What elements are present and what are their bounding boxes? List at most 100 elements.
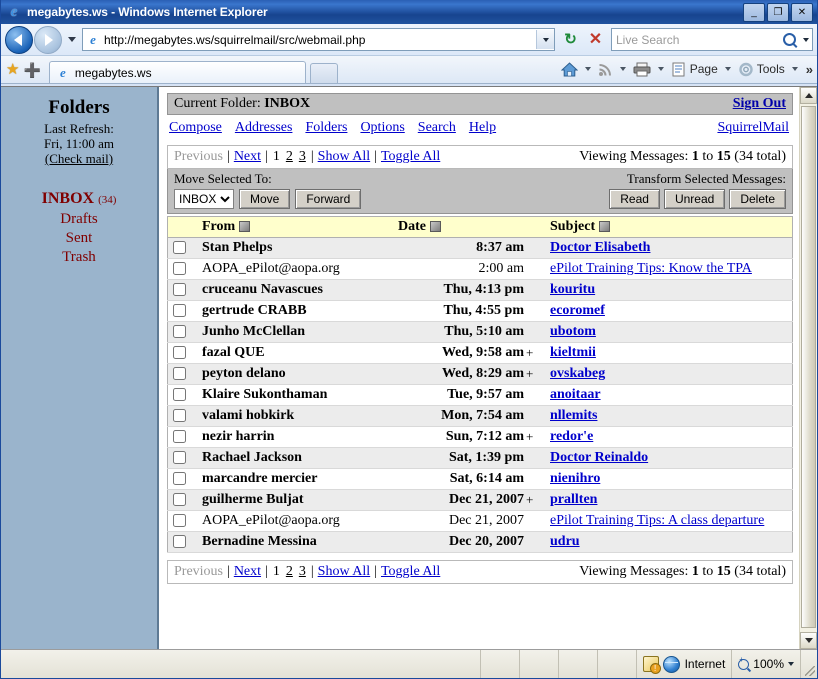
forward-button[interactable] — [34, 25, 62, 54]
search-provider-dropdown[interactable] — [800, 29, 812, 50]
message-checkbox[interactable] — [173, 283, 186, 297]
sidebar-item-trash[interactable]: Trash — [1, 248, 157, 267]
table-row[interactable]: Bernadine Messina Dec 20, 2007 udru — [167, 531, 793, 553]
unread-button[interactable]: Unread — [663, 189, 726, 209]
message-subject-link[interactable]: ovskabeg — [550, 366, 605, 381]
menu-item-addresses[interactable]: Addresses — [235, 120, 293, 136]
stop-button[interactable]: ✕ — [583, 27, 608, 52]
refresh-button[interactable]: ↻ — [558, 27, 583, 52]
sign-out-link[interactable]: Sign Out — [733, 96, 786, 112]
header-subject[interactable]: Subject — [546, 216, 793, 238]
address-input[interactable]: http://megabytes.ws/squirrelmail/src/web… — [104, 33, 536, 47]
favorites-star-icon[interactable]: ★ — [6, 62, 19, 77]
home-button[interactable] — [559, 59, 580, 79]
tools-dropdown-icon[interactable] — [791, 67, 798, 71]
table-row[interactable]: cruceanu Navascues Thu, 4:13 pm kouritu — [167, 279, 793, 301]
message-checkbox[interactable] — [173, 430, 186, 444]
recent-pages-dropdown-icon[interactable] — [68, 37, 76, 42]
message-subject-link[interactable]: ecoromef — [550, 303, 605, 318]
zoom-control[interactable]: 100% — [732, 650, 801, 678]
zoom-dropdown-icon[interactable] — [788, 662, 794, 666]
message-subject-link[interactable]: ePilot Training Tips: Know the TPA — [550, 261, 752, 276]
move-button[interactable]: Move — [239, 189, 291, 209]
scroll-up-button[interactable] — [800, 87, 817, 104]
sidebar-item-sent[interactable]: Sent — [1, 229, 157, 248]
close-button[interactable]: ✕ — [791, 3, 813, 22]
page-number-2-top[interactable]: 2 — [286, 149, 293, 165]
table-row[interactable]: AOPA_ePilot@aopa.org Dec 21, 2007 ePilot T… — [167, 510, 793, 532]
security-zone[interactable]: Internet — [637, 650, 733, 678]
message-checkbox[interactable] — [173, 346, 186, 360]
page-scrollbar[interactable] — [799, 87, 817, 649]
header-from[interactable]: From — [198, 216, 394, 238]
message-checkbox[interactable] — [173, 535, 186, 549]
search-input[interactable] — [612, 31, 778, 48]
sidebar-item-drafts[interactable]: Drafts — [1, 210, 157, 229]
address-input-container[interactable]: e http://megabytes.ws/squirrelmail/src/w… — [82, 28, 555, 51]
feeds-dropdown-icon[interactable] — [619, 67, 626, 71]
table-row[interactable]: Stan Phelps 8:37 am Doctor Elisabeth — [167, 237, 793, 259]
message-subject-link[interactable]: udru — [550, 534, 580, 549]
show-all-link-bottom[interactable]: Show All — [318, 564, 371, 580]
minimize-button[interactable]: _ — [743, 3, 765, 22]
message-subject-link[interactable]: ePilot Training Tips: A class departure — [550, 513, 764, 528]
check-mail-link[interactable]: (Check mail) — [1, 151, 157, 167]
table-row[interactable]: Rachael Jackson Sat, 1:39 pm Doctor Reinal… — [167, 447, 793, 469]
message-subject-link[interactable]: kouritu — [550, 282, 595, 297]
toggle-all-link-top[interactable]: Toggle All — [381, 149, 440, 165]
table-row[interactable]: guilherme Buljat Dec 21, 2007 + prallten — [167, 489, 793, 511]
back-button[interactable] — [5, 25, 33, 54]
table-row[interactable]: Klaire Sukonthaman Tue, 9:57 am anoitaar — [167, 384, 793, 406]
scrollbar-track[interactable] — [800, 104, 817, 632]
feeds-button[interactable] — [596, 59, 615, 79]
page-number-2-bottom[interactable]: 2 — [286, 564, 293, 580]
print-button[interactable] — [631, 59, 653, 79]
print-dropdown-icon[interactable] — [657, 67, 664, 71]
table-row[interactable]: marcandre mercier Sat, 6:14 am nienihro — [167, 468, 793, 490]
message-subject-link[interactable]: redor'e — [550, 429, 593, 444]
message-checkbox[interactable] — [173, 241, 186, 255]
scrollbar-thumb[interactable] — [801, 106, 816, 628]
table-row[interactable]: Junho McClellan Thu, 5:10 am ubotom — [167, 321, 793, 343]
message-subject-link[interactable]: prallten — [550, 492, 597, 507]
table-row[interactable]: valami hobkirk Mon, 7:54 am nllemits — [167, 405, 793, 427]
message-subject-link[interactable]: ubotom — [550, 324, 596, 339]
squirrelmail-link[interactable]: SquirrelMail — [717, 120, 789, 135]
message-checkbox[interactable] — [173, 304, 186, 318]
delete-button[interactable]: Delete — [729, 189, 786, 209]
message-checkbox[interactable] — [173, 262, 186, 276]
menu-item-folders[interactable]: Folders — [305, 120, 347, 136]
table-row[interactable]: gertrude CRABB Thu, 4:55 pm ecoromef — [167, 300, 793, 322]
menu-item-compose[interactable]: Compose — [169, 120, 222, 136]
tools-button[interactable]: Tools — [736, 59, 787, 79]
scroll-down-button[interactable] — [800, 632, 817, 649]
move-folder-select[interactable]: INBOX — [174, 189, 234, 209]
home-dropdown-icon[interactable] — [584, 67, 591, 71]
sort-subject-icon[interactable] — [599, 221, 611, 233]
message-subject-link[interactable]: nllemits — [550, 408, 597, 423]
message-checkbox[interactable] — [173, 472, 186, 486]
page-button[interactable]: Page — [669, 59, 720, 79]
sort-date-icon[interactable] — [430, 221, 441, 233]
sidebar-item-inbox[interactable]: INBOX (34) — [1, 189, 157, 210]
read-button[interactable]: Read — [609, 189, 660, 209]
message-checkbox[interactable] — [173, 514, 186, 528]
show-all-link-top[interactable]: Show All — [318, 149, 371, 165]
next-link-top[interactable]: Next — [234, 149, 261, 165]
menu-item-options[interactable]: Options — [360, 120, 404, 136]
message-subject-link[interactable]: Doctor Elisabeth — [550, 240, 650, 255]
message-checkbox[interactable] — [173, 388, 186, 402]
next-link-bottom[interactable]: Next — [234, 564, 261, 580]
table-row[interactable]: AOPA_ePilot@aopa.org 2:00 am ePilot Traini… — [167, 258, 793, 280]
message-subject-link[interactable]: nienihro — [550, 471, 600, 486]
forward-button[interactable]: Forward — [295, 189, 362, 209]
message-checkbox[interactable] — [173, 367, 186, 381]
search-submit-button[interactable] — [778, 29, 800, 50]
menu-item-help[interactable]: Help — [469, 120, 496, 136]
tab-megabytes-ws[interactable]: e megabytes.ws — [48, 61, 306, 83]
page-number-3-top[interactable]: 3 — [299, 149, 306, 165]
table-row[interactable]: peyton delano Wed, 8:29 am + ovskabeg — [167, 363, 793, 385]
message-subject-link[interactable]: anoitaar — [550, 387, 601, 402]
menu-item-search[interactable]: Search — [418, 120, 456, 136]
resize-grip[interactable] — [801, 650, 817, 678]
